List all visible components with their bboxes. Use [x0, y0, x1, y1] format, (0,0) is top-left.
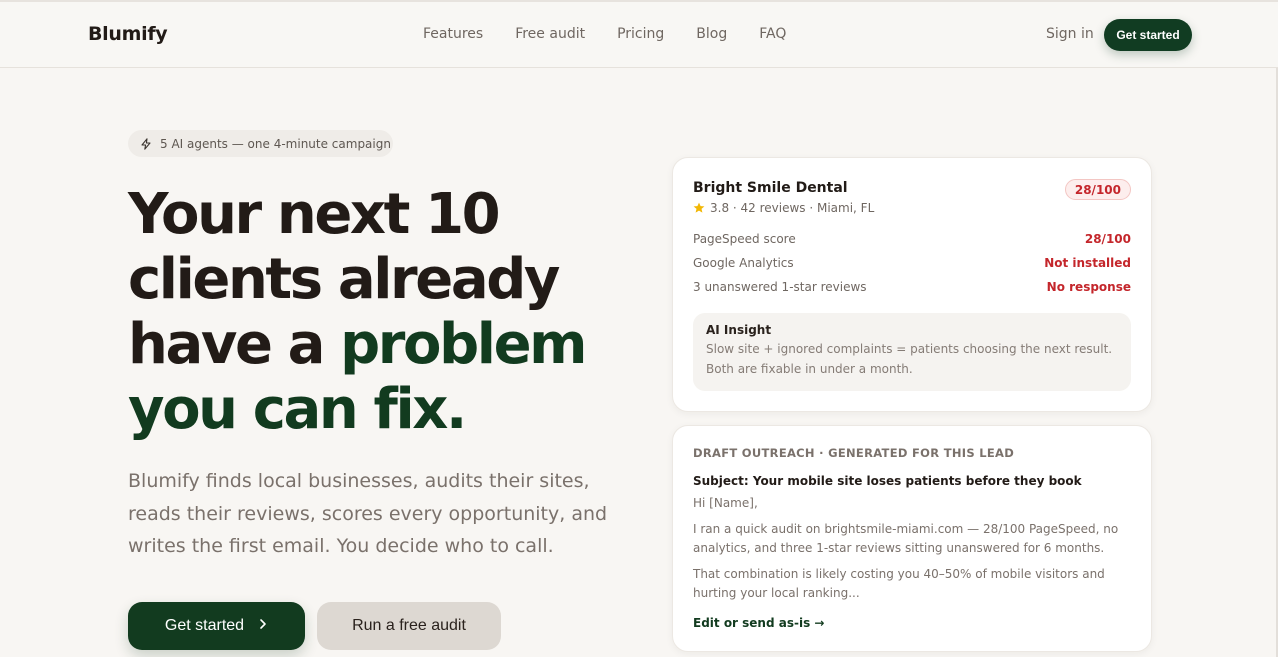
headline-accent-problem: problem: [340, 312, 587, 377]
headline-line-2: clients already: [128, 247, 560, 312]
hero-get-started-label: Get started: [164, 617, 245, 634]
metric-row: PageSpeed score 28/100: [693, 232, 1131, 250]
metric-value: Not installed: [1044, 256, 1131, 270]
bolt-icon: [140, 137, 152, 150]
lead-score-badge: 28/100: [1064, 179, 1131, 200]
hero-subcopy: Blumify finds local businesses, audits t…: [128, 470, 608, 557]
lead-card: Bright Smile Dental 28/100 3.8 · 42 revi…: [672, 157, 1152, 412]
draft-outreach-card: DRAFT OUTREACH · GENERATED FOR THIS LEAD…: [672, 425, 1152, 652]
nav-link-pricing[interactable]: Pricing: [617, 26, 664, 42]
draft-paragraph-2: That combination is likely costing you 4…: [693, 567, 1105, 600]
star-icon: [693, 202, 705, 214]
hero-badge: 5 AI agents — one 4-minute campaign: [128, 130, 393, 157]
metric-label: Google Analytics: [693, 256, 794, 270]
run-free-audit-button[interactable]: Run a free audit: [317, 602, 501, 650]
draft-heading: DRAFT OUTREACH · GENERATED FOR THIS LEAD: [693, 446, 1015, 460]
headline-line-1: Your next 10: [128, 182, 501, 247]
headline-line-3a: have a: [128, 312, 341, 377]
sign-in-link[interactable]: Sign in: [1046, 26, 1094, 42]
hero-get-started-button[interactable]: Get started: [128, 602, 305, 650]
nav-get-started-button[interactable]: Get started: [1104, 19, 1192, 51]
lead-meta-text: 3.8 · 42 reviews · Miami, FL: [710, 201, 875, 215]
metric-value: No response: [1046, 280, 1131, 294]
ai-insight-box: AI Insight Slow site + ignored complaint…: [693, 313, 1131, 391]
nav-links: Features Free audit Pricing Blog FAQ: [423, 26, 786, 42]
draft-paragraph-1: I ran a quick audit on brightsmile-miami…: [693, 522, 1119, 555]
hero-headline: Your next 10 clients already have a prob…: [128, 182, 648, 442]
nav-link-free-audit[interactable]: Free audit: [515, 26, 585, 42]
chevron-right-icon: [258, 617, 268, 635]
nav-link-faq[interactable]: FAQ: [759, 26, 786, 42]
metric-value: 28/100: [1084, 232, 1131, 246]
logo[interactable]: Blumify: [88, 23, 168, 45]
draft-subject: Subject: Your mobile site loses patients…: [693, 474, 1082, 488]
draft-greeting: Hi [Name],: [693, 496, 758, 510]
lead-meta: 3.8 · 42 reviews · Miami, FL: [693, 201, 874, 215]
top-nav: Blumify Features Free audit Pricing Blog…: [0, 2, 1278, 68]
ai-insight-title: AI Insight: [706, 323, 772, 337]
nav-link-blog[interactable]: Blog: [696, 26, 727, 42]
metric-label: 3 unanswered 1-star reviews: [693, 280, 867, 294]
edit-or-send-link[interactable]: Edit or send as-is →: [693, 616, 824, 630]
metric-row: Google Analytics Not installed: [693, 256, 1131, 274]
headline-line-4: you can fix.: [128, 377, 467, 442]
lead-business-name: Bright Smile Dental: [693, 180, 848, 196]
ai-insight-text: Slow site + ignored complaints = patient…: [706, 342, 1113, 376]
metric-label: PageSpeed score: [693, 232, 796, 246]
metric-row: 3 unanswered 1-star reviews No response: [693, 280, 1131, 298]
nav-link-features[interactable]: Features: [423, 26, 483, 42]
hero-badge-text: 5 AI agents — one 4-minute campaign: [160, 136, 391, 151]
